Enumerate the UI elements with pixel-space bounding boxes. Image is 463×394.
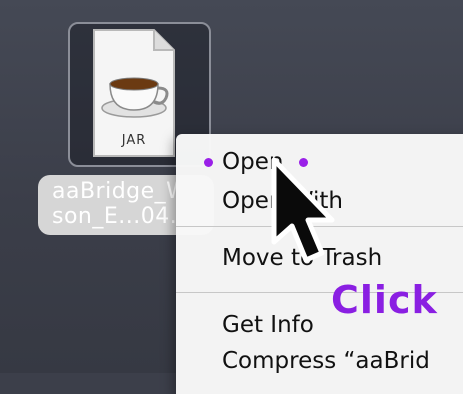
jar-badge: JAR bbox=[121, 133, 147, 148]
menu-item-compress[interactable]: Compress “aaBrid bbox=[222, 347, 430, 375]
arrow-pointer-icon bbox=[271, 157, 335, 263]
jar-file-icon[interactable]: JAR bbox=[92, 28, 176, 158]
highlight-dot-left bbox=[204, 158, 213, 167]
menu-item-get-info[interactable]: Get Info bbox=[222, 311, 314, 339]
click-annotation: Click bbox=[331, 278, 438, 322]
